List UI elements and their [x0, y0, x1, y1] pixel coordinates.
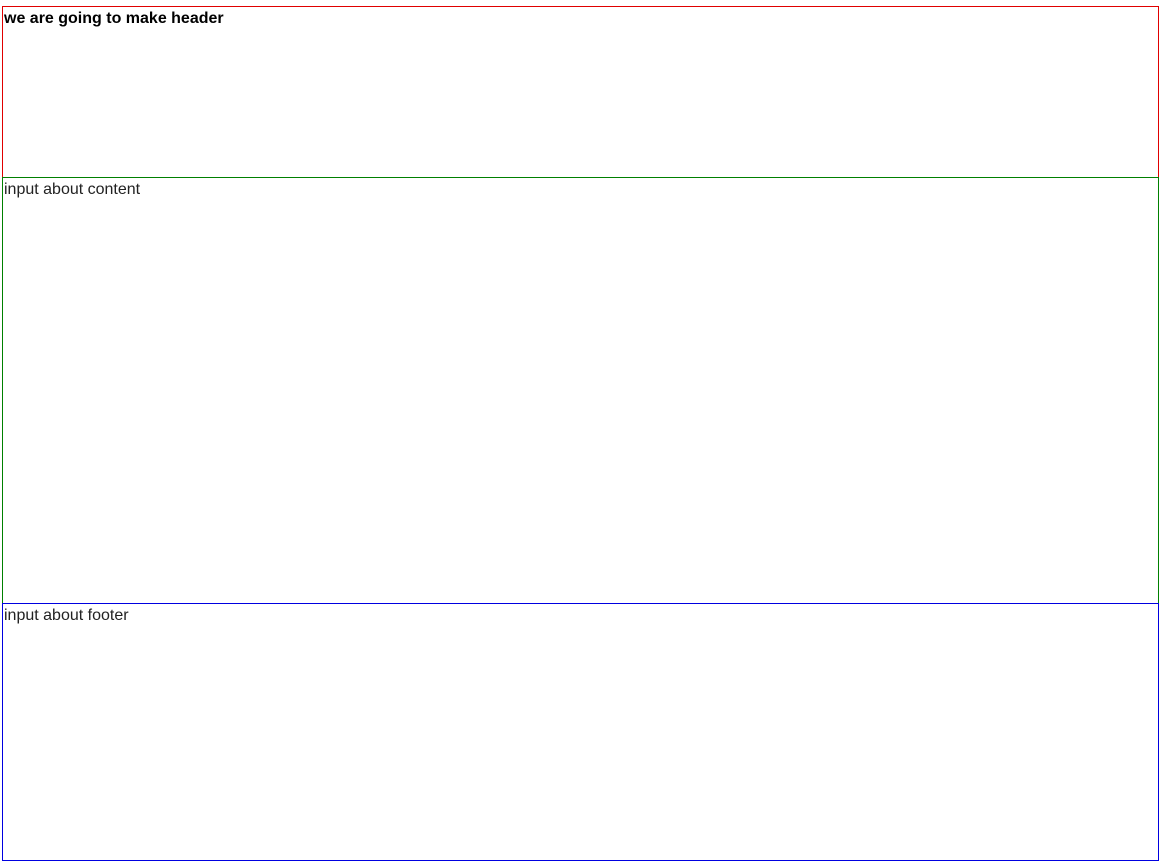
- content-section: input about content: [2, 177, 1159, 604]
- content-text: input about content: [4, 181, 141, 198]
- footer-section: input about footer: [2, 603, 1159, 861]
- footer-text: input about footer: [4, 607, 129, 624]
- header-section: we are going to make header: [2, 6, 1159, 178]
- header-text: we are going to make header: [4, 10, 224, 27]
